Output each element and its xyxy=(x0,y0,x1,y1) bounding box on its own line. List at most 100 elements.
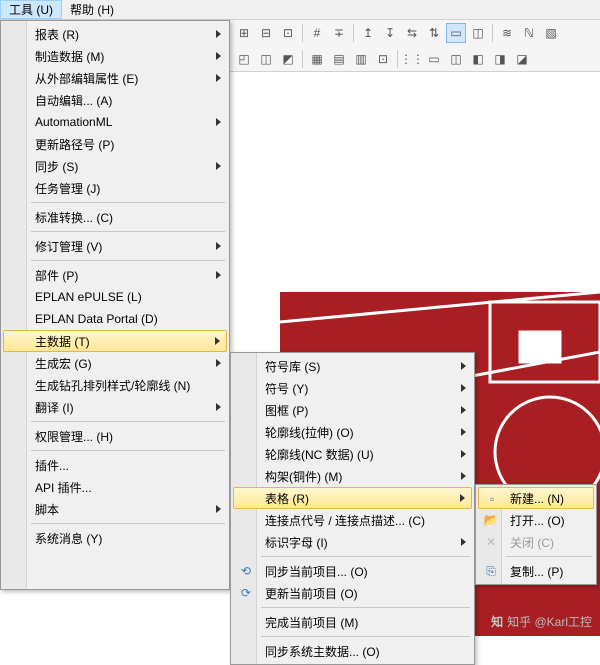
menu-revision[interactable]: 修订管理 (V) xyxy=(3,235,227,257)
menu-ext-edit[interactable]: 从外部编辑属性 (E) xyxy=(3,67,227,89)
menu-label: 表格 (R) xyxy=(265,490,309,507)
toolbar-icon[interactable]: ⊟ xyxy=(256,23,276,43)
toolbar-icon[interactable]: ↧ xyxy=(380,23,400,43)
menu-reports[interactable]: 报表 (R) xyxy=(3,23,227,45)
menu-symbol[interactable]: 符号 (Y) xyxy=(233,377,472,399)
menu-ident[interactable]: 标识字母 (I) xyxy=(233,531,472,553)
menu-translate[interactable]: 翻译 (I) xyxy=(3,396,227,418)
toolbar-icon[interactable]: ◫ xyxy=(468,23,488,43)
menu-label: 报表 (R) xyxy=(35,26,79,43)
menu-sync[interactable]: 同步 (S) xyxy=(3,155,227,177)
toolbar-icon[interactable]: ⊡ xyxy=(278,23,298,43)
menu-api-addins[interactable]: API 插件... xyxy=(3,476,227,498)
menu-sys-msgs[interactable]: 系统消息 (Y) xyxy=(3,527,227,549)
menu-auto-edit[interactable]: 自动编辑... (A) xyxy=(3,89,227,111)
menu-label: AutomationML xyxy=(35,115,112,129)
toolbar-sep xyxy=(302,50,303,68)
menu-label: 轮廓线(NC 数据) (U) xyxy=(265,446,374,463)
menu-label: 生成钻孔排列样式/轮廓线 (N) xyxy=(35,377,190,394)
menu-sync-cur[interactable]: ⟲同步当前项目... (O) xyxy=(233,560,472,582)
menu-label: 连接点代号 / 连接点描述... (C) xyxy=(265,512,425,529)
toolbar-icon[interactable]: ≋ xyxy=(497,23,517,43)
menu-copy[interactable]: ⎘复制... (P) xyxy=(478,560,594,582)
submenu-arrow-icon xyxy=(461,406,466,414)
menu-forms[interactable]: 表格 (R) xyxy=(233,487,472,509)
menu-separator xyxy=(31,421,225,422)
toolbar-icon[interactable]: ▭ xyxy=(424,49,444,69)
menu-mfg[interactable]: 制造数据 (M) xyxy=(3,45,227,67)
menu-outline-nc[interactable]: 轮廓线(NC 数据) (U) xyxy=(233,443,472,465)
toolbar-icon[interactable]: ◫ xyxy=(446,49,466,69)
tools-menu: 报表 (R) 制造数据 (M) 从外部编辑属性 (E) 自动编辑... (A) … xyxy=(0,20,230,590)
submenu-arrow-icon xyxy=(216,242,221,250)
menu-new[interactable]: ▫ 新建... (N) xyxy=(478,487,594,509)
menubar-tools[interactable]: 工具 (U) xyxy=(0,0,62,19)
menu-separator xyxy=(31,450,225,451)
menu-open[interactable]: 📂打开... (O) xyxy=(478,509,594,531)
toolbar-icon[interactable]: ◩ xyxy=(278,49,298,69)
menu-task-mgr[interactable]: 任务管理 (J) xyxy=(3,177,227,199)
menu-master-data[interactable]: 主数据 (T) xyxy=(3,330,227,352)
menu-complete-cur[interactable]: 完成当前项目 (M) xyxy=(233,611,472,633)
menu-rights[interactable]: 权限管理... (H) xyxy=(3,425,227,447)
submenu-arrow-icon xyxy=(215,337,220,345)
menu-conn-pts[interactable]: 连接点代号 / 连接点描述... (C) xyxy=(233,509,472,531)
menu-label: 同步系统主数据... (O) xyxy=(265,643,380,660)
menu-update-cur[interactable]: ⟳更新当前项目 (O) xyxy=(233,582,472,604)
toolbar-icon[interactable]: ∓ xyxy=(329,23,349,43)
menu-update-path[interactable]: 更新路径号 (P) xyxy=(3,133,227,155)
close-icon: ✕ xyxy=(483,534,499,550)
menu-symlib[interactable]: 符号库 (S) xyxy=(233,355,472,377)
toolbar-icon[interactable]: # xyxy=(307,23,327,43)
toolbar: ⊞ ⊟ ⊡ # ∓ ↥ ↧ ⇆ ⇅ ▭ ◫ ≋ ℕ ▧ ◰ ◫ ◩ ▦ ▤ ▥ … xyxy=(230,20,600,72)
menu-label: 修订管理 (V) xyxy=(35,238,102,255)
menubar-help[interactable]: 帮助 (H) xyxy=(62,0,122,19)
menu-label: 翻译 (I) xyxy=(35,399,74,416)
menu-label: 新建... (N) xyxy=(510,490,564,507)
menu-gen-macro[interactable]: 生成宏 (G) xyxy=(3,352,227,374)
menu-automationml[interactable]: AutomationML xyxy=(3,111,227,133)
menu-addins[interactable]: 插件... xyxy=(3,454,227,476)
toolbar-icon[interactable]: ⇅ xyxy=(424,23,444,43)
toolbar-icon[interactable]: ◫ xyxy=(256,49,276,69)
menu-sync-sys[interactable]: 同步系统主数据... (O) xyxy=(233,640,472,662)
menu-label: 生成宏 (G) xyxy=(35,355,92,372)
menu-frame-copper[interactable]: 构架(铜件) (M) xyxy=(233,465,472,487)
menu-label: 更新路径号 (P) xyxy=(35,136,114,153)
toolbar-icon[interactable]: ▧ xyxy=(541,23,561,43)
menu-scripts[interactable]: 脚本 xyxy=(3,498,227,520)
menu-label: 更新当前项目 (O) xyxy=(265,585,358,602)
menu-gen-drill[interactable]: 生成钻孔排列样式/轮廓线 (N) xyxy=(3,374,227,396)
toolbar-icon[interactable]: ◧ xyxy=(468,49,488,69)
toolbar-icon[interactable]: ↥ xyxy=(358,23,378,43)
menu-frame[interactable]: 图框 (P) xyxy=(233,399,472,421)
toolbar-icon[interactable]: ▦ xyxy=(307,49,327,69)
toolbar-row-2: ◰ ◫ ◩ ▦ ▤ ▥ ⊡ ⋮⋮ ▭ ◫ ◧ ◨ ◪ xyxy=(230,46,600,72)
copy-icon: ⎘ xyxy=(483,563,499,579)
forms-menu: ▫新建... (N) 📂打开... (O) ✕关闭 (C) ⎘复制... (P) xyxy=(475,484,597,585)
sync-icon: ⟲ xyxy=(238,563,254,579)
toolbar-icon[interactable]: ◰ xyxy=(234,49,254,69)
toolbar-icon[interactable]: ▥ xyxy=(351,49,371,69)
menu-outline-stretch[interactable]: 轮廓线(拉伸) (O) xyxy=(233,421,472,443)
toolbar-icon[interactable]: ⊡ xyxy=(373,49,393,69)
open-folder-icon: 📂 xyxy=(483,512,499,528)
toolbar-icon[interactable]: ℕ xyxy=(519,23,539,43)
menu-separator xyxy=(31,231,225,232)
toolbar-icon[interactable]: ⋮⋮ xyxy=(402,49,422,69)
toolbar-icon[interactable]: ▤ xyxy=(329,49,349,69)
menu-label: API 插件... xyxy=(35,479,92,496)
submenu-arrow-icon xyxy=(460,494,465,502)
menu-epulse[interactable]: EPLAN ePULSE (L) xyxy=(3,286,227,308)
toolbar-icon[interactable]: ▭ xyxy=(446,23,466,43)
toolbar-icon[interactable]: ⇆ xyxy=(402,23,422,43)
toolbar-icon[interactable]: ◪ xyxy=(512,49,532,69)
menu-label: 轮廓线(拉伸) (O) xyxy=(265,424,354,441)
new-file-icon: ▫ xyxy=(484,491,500,507)
menu-portal[interactable]: EPLAN Data Portal (D) xyxy=(3,308,227,330)
menu-label: 符号 (Y) xyxy=(265,380,308,397)
menu-std-conv[interactable]: 标准转换... (C) xyxy=(3,206,227,228)
toolbar-icon[interactable]: ◨ xyxy=(490,49,510,69)
menu-parts[interactable]: 部件 (P) xyxy=(3,264,227,286)
toolbar-icon[interactable]: ⊞ xyxy=(234,23,254,43)
